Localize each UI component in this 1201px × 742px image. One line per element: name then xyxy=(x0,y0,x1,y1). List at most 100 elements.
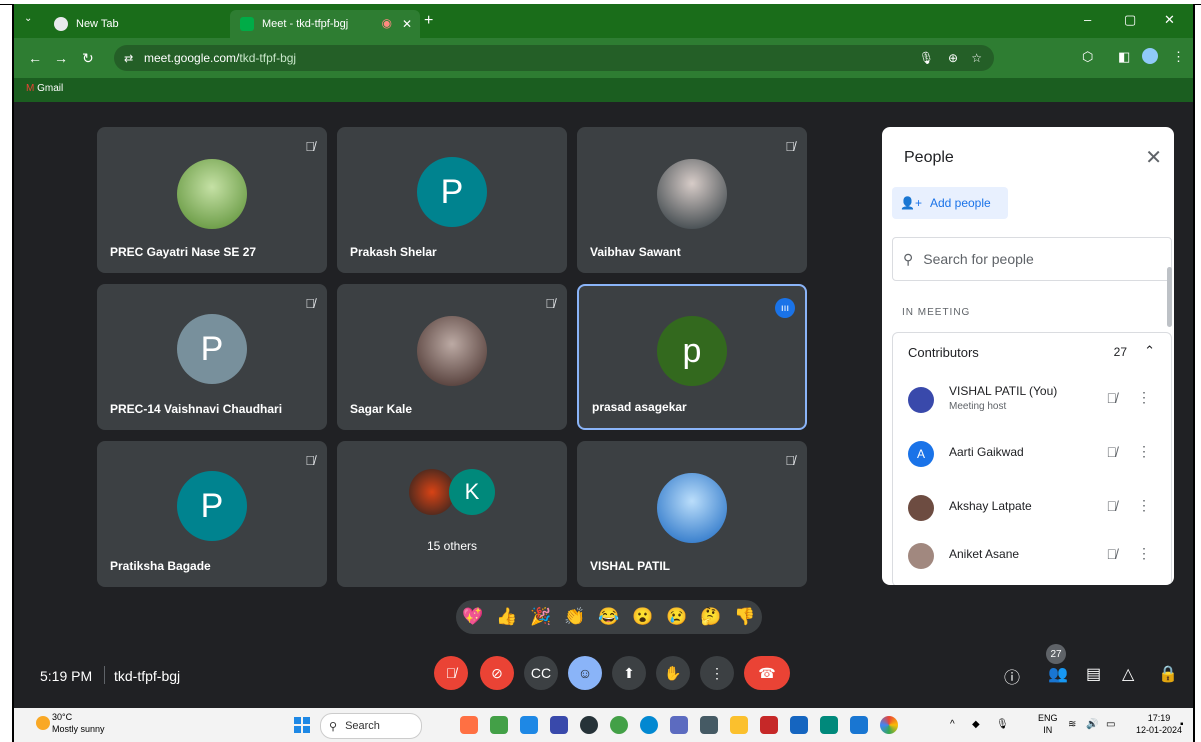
tab-meet[interactable]: Meet - tkd-tfpf-bgj ◉ ✕ xyxy=(230,10,420,38)
tray-mic-icon[interactable]: 🎙 xyxy=(996,719,1009,730)
clap-reaction[interactable]: 👏 xyxy=(564,607,585,627)
tab-new-tab[interactable]: New Tab ✕ xyxy=(44,10,254,38)
more-options-icon[interactable]: ⋮ xyxy=(1137,389,1151,406)
more-options-icon[interactable]: ⋮ xyxy=(1137,497,1151,514)
chevron-up-icon[interactable]: ⌃ xyxy=(1144,343,1155,359)
muted-mic-icon[interactable]: 🎙̸ xyxy=(1107,546,1118,562)
microphone-icon[interactable]: 🎙 xyxy=(919,51,934,65)
app-icon[interactable] xyxy=(850,716,868,734)
gmail-bookmark[interactable]: M Gmail xyxy=(26,83,63,94)
app-icon[interactable] xyxy=(670,716,688,734)
participant-tile[interactable]: 🎙̸ VISHAL PATIL xyxy=(577,441,807,587)
taskbar-clock[interactable]: 17:19 12-01-2024 xyxy=(1136,712,1182,736)
close-panel-icon[interactable]: ✕ xyxy=(1145,145,1162,170)
minimize-button[interactable]: – xyxy=(1084,12,1091,27)
participant-tile-active[interactable]: p ııı prasad asagekar xyxy=(577,284,807,430)
thinking-reaction[interactable]: 🤔 xyxy=(700,607,721,627)
member-row[interactable]: Akshay Latpate 🎙̸ ⋮ xyxy=(893,481,1171,535)
participant-avatar: P xyxy=(177,471,247,541)
url-field[interactable]: ⇄ meet.google.com/tkd-tfpf-bgj 🎙 ⊕ ☆ xyxy=(114,45,994,71)
menu-icon[interactable]: ⋮ xyxy=(1172,49,1185,65)
activities-icon[interactable]: △ xyxy=(1122,664,1134,684)
folder-icon[interactable] xyxy=(730,716,748,734)
app-icon[interactable] xyxy=(550,716,568,734)
tray-app-icon[interactable]: ◆ xyxy=(972,719,980,730)
app-icon[interactable] xyxy=(820,716,838,734)
app-icon[interactable] xyxy=(520,716,538,734)
member-row[interactable]: A Aarti Gaikwad 🎙̸ ⋮ xyxy=(893,427,1171,481)
zoom-icon[interactable]: ⊕ xyxy=(948,51,958,65)
participant-tile[interactable]: P 🎙̸ PREC-14 Vaishnavi Chaudhari xyxy=(97,284,327,430)
more-options-icon[interactable]: ⋮ xyxy=(1137,443,1151,460)
search-people-input[interactable]: ⚲ Search for people xyxy=(892,237,1172,281)
party-reaction[interactable]: 🎉 xyxy=(530,607,551,627)
surprised-reaction[interactable]: 😮 xyxy=(632,607,653,627)
chrome-taskbar-icon[interactable] xyxy=(880,716,898,734)
participant-tile[interactable]: 🎙̸ PREC Gayatri Nase SE 27 xyxy=(97,127,327,273)
app-icon[interactable] xyxy=(700,716,718,734)
site-info-icon[interactable]: ⇄ xyxy=(124,52,133,65)
others-tile[interactable]: K 15 others xyxy=(337,441,567,587)
muted-mic-icon[interactable]: 🎙̸ xyxy=(1107,390,1118,406)
tab-search-icon[interactable]: ⌄ xyxy=(24,13,32,24)
sidebar-icon[interactable]: ◧ xyxy=(1118,49,1130,65)
edge-icon[interactable] xyxy=(640,716,658,734)
member-name: VISHAL PATIL (You) xyxy=(949,384,1058,398)
muted-mic-icon[interactable]: 🎙̸ xyxy=(1107,444,1118,460)
captions-button[interactable]: CC xyxy=(524,656,558,690)
bookmark-star-icon[interactable]: ☆ xyxy=(971,51,982,65)
app-icon[interactable] xyxy=(760,716,778,734)
thumbs-down-reaction[interactable]: 👎 xyxy=(734,607,755,627)
language-indicator[interactable]: ENG IN xyxy=(1038,712,1058,736)
back-icon[interactable]: ← xyxy=(28,50,42,66)
profile-avatar[interactable] xyxy=(1142,48,1158,64)
meeting-info-icon[interactable]: ⓘ xyxy=(1004,664,1020,688)
participant-tile[interactable]: 🎙̸ Sagar Kale xyxy=(337,284,567,430)
sad-reaction[interactable]: 😢 xyxy=(666,607,687,627)
tab-label: New Tab xyxy=(76,18,119,30)
reactions-button[interactable]: ☺ xyxy=(568,656,602,690)
chat-icon[interactable]: ▤ xyxy=(1086,664,1101,684)
leave-call-button[interactable]: ☎ xyxy=(744,656,790,690)
participant-tile[interactable]: P Prakash Shelar xyxy=(337,127,567,273)
bookmark-label: Gmail xyxy=(37,83,64,94)
app-icon[interactable] xyxy=(490,716,508,734)
close-tab-icon[interactable]: ✕ xyxy=(402,17,412,31)
tray-chevron-icon[interactable]: ^ xyxy=(950,719,955,730)
extensions-icon[interactable]: ⬡ xyxy=(1082,49,1093,65)
more-options-button[interactable]: ⋮ xyxy=(700,656,734,690)
close-window-button[interactable]: ✕ xyxy=(1164,12,1175,28)
member-row[interactable]: VISHAL PATIL (You) Meeting host 🎙̸ ⋮ xyxy=(893,373,1171,427)
app-icon[interactable] xyxy=(610,716,628,734)
app-icon[interactable] xyxy=(580,716,598,734)
participant-tile[interactable]: P 🎙̸ Pratiksha Bagade xyxy=(97,441,327,587)
add-people-button[interactable]: 👤+ Add people xyxy=(892,187,1008,219)
notification-icon[interactable]: ▪ xyxy=(1180,719,1184,730)
battery-icon[interactable]: ▭ xyxy=(1106,719,1115,730)
raise-hand-button[interactable]: ✋ xyxy=(656,656,690,690)
taskbar-search[interactable]: ⚲ Search xyxy=(320,713,422,739)
camera-toggle-button[interactable]: ⊘ xyxy=(480,656,514,690)
present-button[interactable]: ⬆ xyxy=(612,656,646,690)
host-controls-icon[interactable]: 🔒 xyxy=(1158,664,1178,684)
people-icon[interactable]: 👥 xyxy=(1048,664,1068,684)
thumbs-up-reaction[interactable]: 👍 xyxy=(496,607,517,627)
maximize-button[interactable]: ▢ xyxy=(1124,12,1136,28)
participant-tile[interactable]: 🎙̸ Vaibhav Sawant xyxy=(577,127,807,273)
member-row[interactable]: Aniket Asane 🎙̸ ⋮ xyxy=(893,529,1171,583)
windows-start-icon[interactable] xyxy=(294,717,310,733)
muted-mic-icon[interactable]: 🎙̸ xyxy=(1107,498,1118,514)
panel-scrollbar[interactable] xyxy=(1167,267,1172,327)
app-icon[interactable] xyxy=(790,716,808,734)
reload-icon[interactable]: ↻ xyxy=(82,50,94,67)
laugh-reaction[interactable]: 😂 xyxy=(598,607,619,627)
heart-reaction[interactable]: 💖 xyxy=(462,607,483,627)
forward-icon[interactable]: → xyxy=(54,50,68,66)
app-icon[interactable] xyxy=(460,716,478,734)
wifi-icon[interactable]: ≋ xyxy=(1068,719,1076,730)
more-options-icon[interactable]: ⋮ xyxy=(1137,545,1151,562)
mic-toggle-button[interactable]: 🎙̸ xyxy=(434,656,468,690)
windows-taskbar: 30°C Mostly sunny ⚲ Search ^ ◆ 🎙 ENG IN … xyxy=(14,708,1193,742)
volume-icon[interactable]: 🔊 xyxy=(1086,719,1098,730)
new-tab-button[interactable]: + xyxy=(424,12,433,30)
